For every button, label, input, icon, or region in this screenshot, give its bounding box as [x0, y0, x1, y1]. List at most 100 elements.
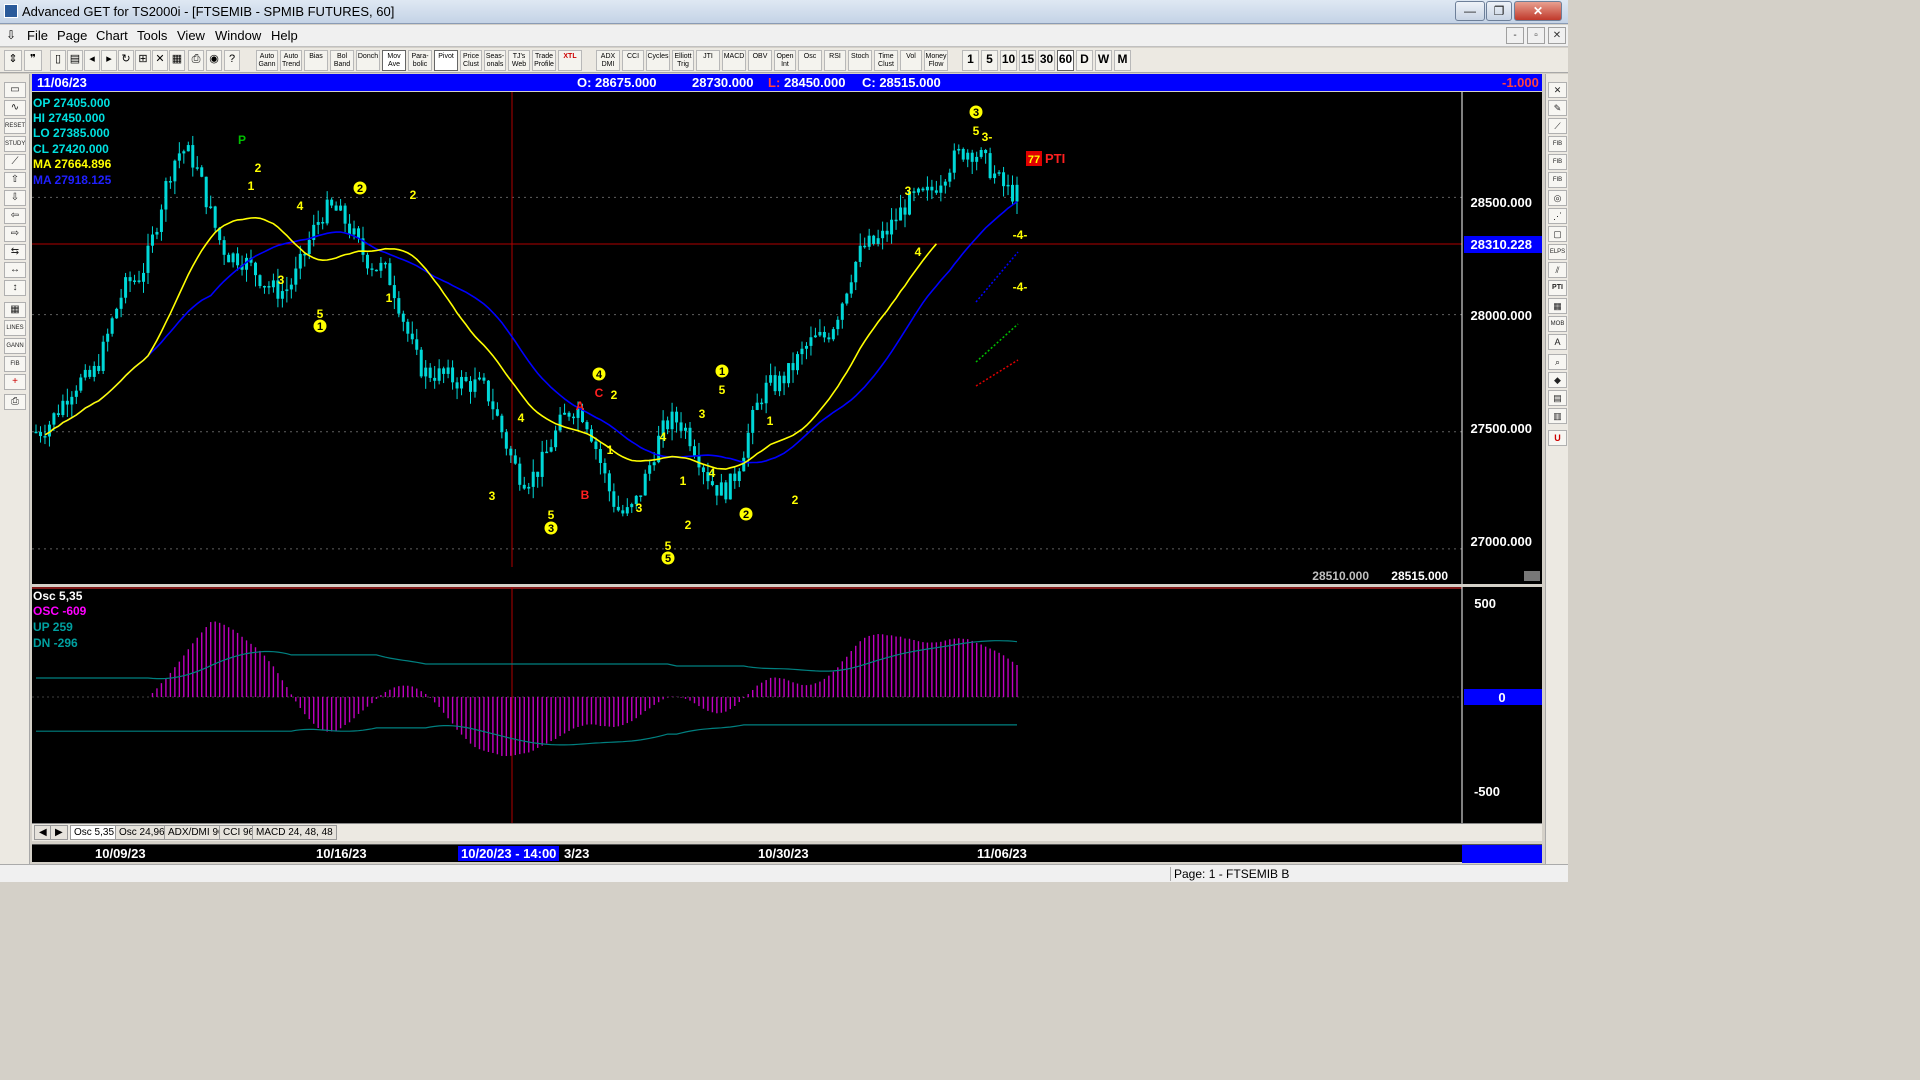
study-cci[interactable]: CCI [622, 50, 644, 71]
study-auto-gann[interactable]: Auto Gann [256, 50, 278, 71]
mdi-restore-button[interactable]: ▫ [1527, 27, 1545, 44]
timeframe-5[interactable]: 5 [981, 50, 998, 71]
quote-icon[interactable]: ❞ [24, 50, 42, 71]
arrow-left-icon[interactable]: ⇦ [4, 208, 26, 224]
tab-osc-24-96[interactable]: Osc 24,96 [115, 825, 169, 840]
timeframe-15[interactable]: 15 [1019, 50, 1036, 71]
study-open-int[interactable]: Open Int [774, 50, 796, 71]
table-icon[interactable]: ▦ [1548, 298, 1567, 314]
study-donch[interactable]: Donch [356, 50, 380, 71]
lines-icon[interactable]: LINES [4, 320, 26, 336]
mob-icon[interactable]: MOB [1548, 316, 1567, 332]
study-xtl[interactable]: XTL [558, 50, 582, 71]
channel-icon[interactable]: ⫽ [1548, 262, 1567, 278]
pencil-icon[interactable]: ✎ [1548, 100, 1567, 116]
timeframe-30[interactable]: 30 [1038, 50, 1055, 71]
open-icon[interactable]: ▤ [67, 50, 83, 71]
timeframe-w[interactable]: W [1095, 50, 1112, 71]
study-elliott-trig[interactable]: Elliott Trig [672, 50, 694, 71]
print-chart-icon[interactable]: ⎙ [4, 394, 26, 410]
study-trade-profile[interactable]: Trade Profile [532, 50, 556, 71]
study-seasonals[interactable]: Seas-onals [484, 50, 506, 71]
menu-file[interactable]: File [27, 28, 48, 43]
layers-icon[interactable]: ▤ [1548, 390, 1567, 406]
study-price-clust[interactable]: Price Clust [460, 50, 482, 71]
arrow-down-icon[interactable]: ⇩ [4, 190, 26, 206]
app-icon[interactable] [4, 4, 18, 18]
study-tjs-web[interactable]: TJ's Web [508, 50, 530, 71]
expand-v-icon[interactable]: ↕ [4, 280, 26, 296]
study-icon[interactable]: STUDY [4, 136, 26, 152]
refresh-icon[interactable]: ↻ [118, 50, 134, 71]
menu-help[interactable]: Help [271, 28, 298, 43]
doc-icon[interactable]: ⇩ [6, 28, 16, 42]
study-rsi[interactable]: RSI [824, 50, 846, 71]
study-bol-band[interactable]: Bol Band [330, 50, 354, 71]
print-icon[interactable]: ⎙ [188, 50, 204, 71]
mdi-close-button[interactable]: ✕ [1548, 27, 1566, 44]
elps-icon[interactable]: ELPS [1548, 244, 1567, 260]
tab-scroll-right[interactable]: ▶ [50, 825, 68, 840]
timeframe-1[interactable]: 1 [962, 50, 979, 71]
oscillator-panel[interactable]: 500 0 -500 Osc 5,35 OSC -609 UP 259 DN -… [32, 587, 1542, 823]
study-stoch[interactable]: Stoch [848, 50, 872, 71]
arrow-up-icon[interactable]: ⇧ [4, 172, 26, 188]
menu-window[interactable]: Window [215, 28, 261, 43]
price-chart[interactable]: P 2 1 4 2 2 3 5 1 1 4 3 5 3 A B C 4 2 1 3 4 5 5 2 1 3 5 1 4 2 1 2 3 4 3 5 3- -… [32, 92, 1542, 584]
grid-icon[interactable]: ▦ [169, 50, 185, 71]
compress-icon[interactable]: ⇆ [4, 244, 26, 260]
new-page-icon[interactable]: ▯ [50, 50, 66, 71]
study-jti[interactable]: JTI [696, 50, 720, 71]
scroll-right-icon[interactable]: ▸ [101, 50, 117, 71]
study-obv[interactable]: OBV [748, 50, 772, 71]
notes-icon[interactable]: ▥ [1548, 408, 1567, 424]
close-button[interactable]: ✕ [1514, 1, 1562, 21]
study-time-clust[interactable]: Time Clust [874, 50, 898, 71]
study-parabolic[interactable]: Para-bolic [408, 50, 432, 71]
minimize-button[interactable]: — [1455, 1, 1485, 21]
box-icon[interactable]: ▢ [1548, 226, 1567, 242]
folder-icon[interactable]: ▭ [4, 82, 26, 98]
mdi-minimize-button[interactable]: - [1506, 27, 1524, 44]
oscillator-svg[interactable]: 500 0 -500 Osc 5,35 OSC -609 UP 259 DN -… [32, 587, 1542, 823]
cycle-icon[interactable]: ∿ [4, 100, 26, 116]
spiral-icon[interactable]: ◎ [1548, 190, 1567, 206]
grid-table-icon[interactable]: ▦ [4, 302, 26, 318]
reset-icon[interactable]: RESET [4, 118, 26, 134]
fib-time-icon[interactable]: FIB TIME [1548, 172, 1567, 188]
study-auto-trend[interactable]: Auto Trend [280, 50, 302, 71]
fib-ret-icon[interactable]: FIB RET [1548, 136, 1567, 152]
help-icon[interactable]: ? [224, 50, 240, 71]
study-bias[interactable]: Bias [304, 50, 328, 71]
delete-icon[interactable]: ✕ [152, 50, 168, 71]
timeframe-m[interactable]: M [1114, 50, 1131, 71]
study-cycles[interactable]: Cycles [646, 50, 670, 71]
timeframe-d[interactable]: D [1076, 50, 1093, 71]
menu-page[interactable]: Page [57, 28, 87, 43]
elliott-icon[interactable]: ⟋ [4, 154, 26, 170]
zoom-icon[interactable]: ⌕ [1548, 354, 1567, 370]
crosshair-icon[interactable]: + [4, 374, 26, 390]
text-icon[interactable]: A [1548, 334, 1567, 350]
gann-icon[interactable]: GANN [4, 338, 26, 354]
menu-tools[interactable]: Tools [137, 28, 167, 43]
study-mov-ave[interactable]: Mov Ave [382, 50, 406, 71]
scroll-left-icon[interactable]: ◂ [84, 50, 100, 71]
pti-icon[interactable]: PTI [1548, 280, 1567, 296]
study-adx-dmi[interactable]: ADX DMI [596, 50, 620, 71]
fan-icon[interactable]: ⋰ [1548, 208, 1567, 224]
marker-icon[interactable]: ◆ [1548, 372, 1567, 388]
menu-chart[interactable]: Chart [96, 28, 128, 43]
pointer-icon[interactable]: ⇕ [4, 50, 22, 71]
trendline-icon[interactable]: ⟋ [1548, 118, 1567, 134]
magnet-icon[interactable]: U [1548, 430, 1567, 446]
arrow-right-icon[interactable]: ⇨ [4, 226, 26, 242]
expand-h-icon[interactable]: ↔ [4, 262, 26, 278]
study-vol[interactable]: Vol [900, 50, 922, 71]
fib-ext-icon[interactable]: FIB EXT [1548, 154, 1567, 170]
study-macd[interactable]: MACD [722, 50, 746, 71]
bulb-icon[interactable]: ◉ [206, 50, 222, 71]
layout-icon[interactable]: ⊞ [135, 50, 151, 71]
study-money-flow[interactable]: Money Flow [924, 50, 948, 71]
study-pivot[interactable]: Pivot [434, 50, 458, 71]
